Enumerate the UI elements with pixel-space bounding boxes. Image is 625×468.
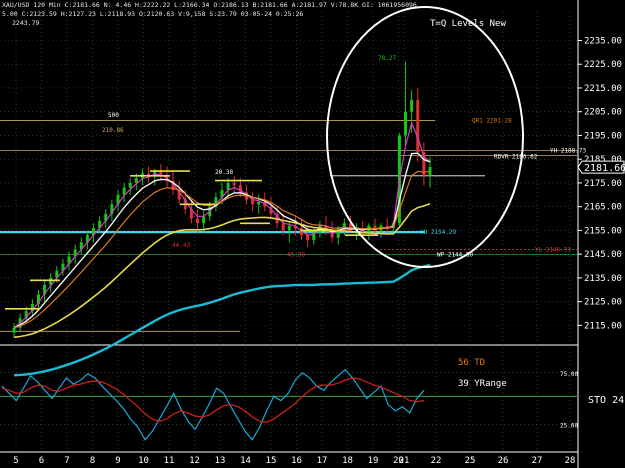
level-label: 20.38	[215, 169, 233, 176]
candle-body	[257, 201, 261, 205]
x-tick-label: 15	[266, 456, 277, 466]
candle-body	[287, 225, 291, 231]
level-label: 500	[108, 112, 119, 119]
osc-tick-label: 25.00	[560, 422, 578, 429]
candle-body	[226, 182, 230, 191]
x-tick-label: 19	[368, 456, 379, 466]
ma-long-line	[13, 202, 431, 339]
ma-very-long-line	[13, 263, 431, 377]
price-tick-label: 2115.00	[584, 321, 622, 331]
price-tick-label: 2155.00	[584, 226, 622, 236]
level-label: 210.86	[102, 127, 124, 134]
level-label: 45.38	[287, 252, 305, 259]
candle-body	[416, 99, 420, 153]
x-tick-label: 7	[64, 456, 69, 466]
price-tick-label: 2225.00	[584, 60, 622, 70]
x-tick-label: 16	[291, 456, 302, 466]
x-tick-label: 27	[532, 456, 543, 466]
level-label: RDVR 2186.62	[494, 153, 538, 160]
osc-label-td: 56 TD	[458, 358, 485, 368]
price-tick-label: 2145.00	[584, 250, 622, 260]
x-tick-label: 12	[189, 456, 200, 466]
x-tick-label: 25	[465, 456, 476, 466]
level-label: QR1 2201.28	[472, 118, 512, 125]
price-tick-label: 2165.00	[584, 203, 622, 213]
x-tick-label: 26	[498, 456, 509, 466]
level-label: 78.27	[378, 55, 396, 62]
stoch-fast-line	[1, 368, 425, 441]
level-label: YH 2188.73	[550, 147, 587, 154]
price-tick-label: 2215.00	[584, 84, 622, 94]
price-tick-label: 2175.00	[584, 179, 622, 189]
x-tick-label: 10	[138, 456, 149, 466]
candle-body	[128, 182, 132, 188]
level-label: YO 2154.29	[420, 229, 457, 236]
price-tick-label: 2135.00	[584, 274, 622, 284]
x-tick-label: 21	[399, 456, 410, 466]
x-tick-label: 14	[240, 456, 251, 466]
x-tick-label: 13	[215, 456, 226, 466]
x-tick-label: 8	[90, 456, 95, 466]
candle-body	[232, 182, 236, 186]
x-tick-label: 9	[115, 456, 120, 466]
x-tick-label: 17	[317, 456, 328, 466]
header-quote-line: XAU/USD 120 Min C:2181.66 N: 4.46 H:2222…	[2, 1, 417, 9]
x-tick-label: 18	[342, 456, 353, 466]
price-tick-label: 2205.00	[584, 108, 622, 118]
candle-body	[281, 223, 285, 231]
osc-label-yrange: 39 YRange	[458, 379, 507, 389]
price-tick-label: 2235.00	[584, 36, 622, 46]
x-tick-label: 6	[39, 456, 44, 466]
price-chart: 5 6 7 8 9 10 11 12 13 14 15 16 17 18 19 2021 22 25 26 27 282…	[0, 0, 625, 468]
x-tick-label: 22	[431, 456, 442, 466]
osc-tick-label: 75.00	[560, 371, 578, 378]
candle-body	[196, 218, 200, 224]
candle-body	[410, 99, 414, 112]
level-label: 44.43	[172, 242, 190, 249]
x-tick-label: 11	[164, 456, 175, 466]
price-tick-label: 2125.00	[584, 298, 622, 308]
x-tick-label: 28	[565, 456, 576, 466]
candle-body	[404, 111, 408, 136]
osc-label-sto: STO 24	[588, 395, 624, 406]
level-label: YL 2146.93	[535, 247, 572, 254]
last-price-label: 2181.66	[584, 163, 625, 174]
header-price-high: 2243.79	[12, 19, 40, 27]
stoch-slow-line	[1, 377, 425, 423]
candle-body	[12, 327, 16, 333]
annotation-title: T=Q Levels New	[430, 19, 506, 29]
x-tick-label: 5	[13, 456, 18, 466]
header-study-line: 5.00 C:2123.59 H:2127.23 L:2118.93 O:212…	[2, 10, 304, 18]
candle-body	[202, 216, 206, 224]
price-tick-label: 2195.00	[584, 131, 622, 141]
candle-body	[336, 228, 340, 238]
